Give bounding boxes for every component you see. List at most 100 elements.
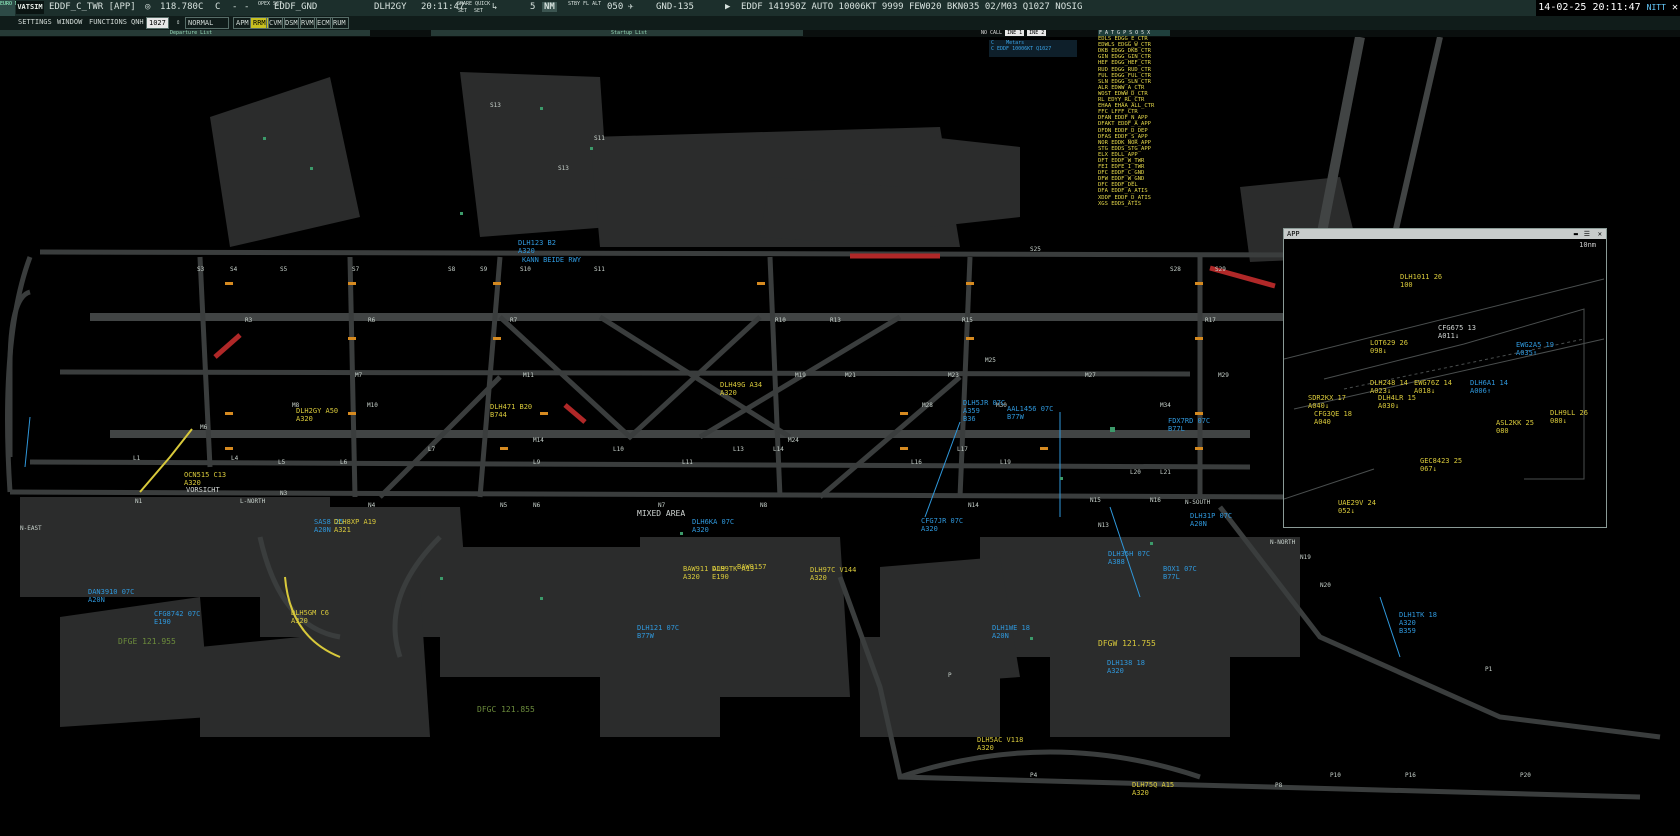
controller-list-items: EDLS EDGG_E_CTR EDWLS EDGG_W_CTR DKB EDGG_… [1098,36,1170,207]
radar-icon[interactable]: ◎ [145,2,150,12]
controller-list-item[interactable]: XGS EDDS_ATIS [1098,201,1170,207]
svg-text:L6: L6 [340,459,348,466]
svg-text:N16: N16 [1150,497,1161,504]
toggle-rum[interactable]: RUM [330,17,349,29]
traffic-label[interactable]: DLH35H 07C A388 [1108,550,1150,566]
traffic-label[interactable]: CFG8742 07C E190 [154,610,200,626]
approach-target-label[interactable]: CFG3QE 18 A040 [1314,410,1352,426]
controller-list[interactable]: F A T G P S O 5 X EDLS EDGG_E_CTR EDWLS E… [1098,30,1170,207]
svg-text:N5: N5 [500,502,508,509]
approach-target-label[interactable]: DLH1011 26 100 [1400,273,1442,289]
approach-target-label[interactable]: DLH6A1 14 A006↑ [1470,379,1508,395]
svg-text:L20: L20 [1130,469,1141,476]
approach-target-label[interactable]: DLH248 14 A023↓ [1370,379,1408,395]
traffic-label[interactable]: FDX7RD 07C B77L [1168,417,1210,433]
svg-text:S28: S28 [1170,266,1181,273]
svg-text:R7: R7 [510,317,518,324]
approach-target-label[interactable]: EWG2A5 19 A035↑ [1516,341,1554,357]
traffic-label[interactable]: DLH1WE 18 A20N [992,624,1030,640]
set-button-2[interactable]: SET [474,8,483,14]
nm-unit-button[interactable]: NM [542,2,557,12]
toggle-apm[interactable]: APM [233,17,252,29]
traffic-label[interactable]: DLH8XP A19 A321 [334,518,376,534]
approach-target-label[interactable]: GEC8423 25 067↓ [1420,457,1462,473]
metar-window[interactable]: NO CALL INE 1 INE 2 C Metars C EDDF 1000… [981,30,1077,60]
close-icon[interactable]: ✕ [1598,229,1602,239]
user-initials[interactable]: NITT [1647,3,1666,12]
globe-icon[interactable]: ✈ [628,2,633,12]
svg-text:L21: L21 [1160,469,1171,476]
qnh-input[interactable]: 1027 [146,17,169,29]
svg-text:N20: N20 [1320,582,1331,589]
vatsim-logo: VATSIM [16,1,44,14]
svg-text:R6: R6 [368,317,376,324]
traffic-label[interactable]: DLH2GY A50 A320 [296,407,338,423]
metar-entry[interactable]: C EDDF 10006KT Q1027 [991,46,1051,52]
traffic-label[interactable]: DLH97C V144 A320 [810,566,856,582]
traffic-label[interactable]: DLH471 B20 B744 [490,403,532,419]
qnh-stepper-icon[interactable]: ⇕ [176,18,180,26]
departure-list-title: Departure List [170,30,213,36]
svg-text:N8: N8 [760,502,768,509]
departure-list-titlebar[interactable]: Departure List [0,30,370,36]
traffic-label[interactable]: DLH31P 07C A20N [1190,512,1232,528]
svg-text:P4: P4 [1030,772,1038,779]
transition-altitude[interactable]: 050 [607,2,623,12]
metar-tab-1[interactable]: INE 1 [1005,30,1025,36]
approach-target-label[interactable]: EWG76Z 14 A018↓ [1414,379,1452,395]
window-menu[interactable]: WINDOW [57,18,82,26]
gnd-frequency[interactable]: GND-135 [656,2,694,12]
traffic-label[interactable]: DLH1TK 18 A320 B359 [1399,611,1437,635]
approach-target-label[interactable]: SDR2KX 17 A040↓ [1308,394,1346,410]
svg-text:S29: S29 [1215,266,1226,273]
svg-text:N7: N7 [658,502,666,509]
traffic-label[interactable]: DLH6KA 07C A320 [692,518,734,534]
startup-list-titlebar[interactable]: Startup List [431,30,803,36]
traffic-label[interactable]: DLH75Q A15 A320 [1132,781,1174,797]
arrow-icon[interactable]: ↳ [492,2,497,12]
traffic-label[interactable]: DLH123 B2 A320 [518,239,556,255]
close-icon[interactable]: ✕ [1672,2,1678,13]
traffic-label[interactable]: DLH49G A34 A320 [720,381,762,397]
approach-target-label[interactable]: LOT629 26 098↓ [1370,339,1408,355]
traffic-label[interactable]: DLH138 18 A320 [1107,659,1145,675]
list-icon[interactable]: ☰ [1584,229,1590,239]
metar-tab-2[interactable]: INE 2 [1027,30,1047,36]
mode-select[interactable]: NORMAL [185,17,229,29]
traffic-label[interactable]: BAW9157 [737,563,767,571]
approach-target-label[interactable]: ASL2KK 25 080 [1496,419,1534,435]
svg-text:R17: R17 [1205,317,1216,324]
minimize-icon[interactable]: ▬ [1574,229,1578,239]
traffic-label[interactable]: CFG7JR 07C A320 [921,517,963,533]
svg-text:S25: S25 [1030,246,1041,253]
svg-text:L1: L1 [133,455,141,462]
approach-radar-window[interactable]: APP ▬ ☰ ✕ 10nm DLH1011 26 100 CFG675 13 A… [1283,228,1607,528]
svg-text:M14: M14 [533,437,544,444]
approach-target-label[interactable]: CFG675 13 A011↓ [1438,324,1476,340]
approach-target-label[interactable]: UAE29V 24 052↓ [1338,499,1376,515]
settings-menu[interactable]: SETTINGS [18,18,52,26]
functions-menu[interactable]: FUNCTIONS [89,18,127,26]
callsign-display[interactable]: EDDF_C_TWR [APP] [49,2,136,12]
svg-text:R15: R15 [962,317,973,324]
euroscope-menu-button[interactable]: EURO MENU [0,0,27,16]
approach-target-label[interactable]: DLH4LR 15 A030↓ [1378,394,1416,410]
traffic-label[interactable]: AAL1456 07C B77W [1007,405,1053,421]
sector-display[interactable]: EDDF_GND [274,2,317,12]
approach-target-label[interactable]: DLH9LL 26 080↓ [1550,409,1588,425]
traffic-label[interactable]: DAN3910 07C A20N [88,588,134,604]
traffic-label[interactable]: DLH5AC V118 A320 [977,736,1023,752]
frequency-display[interactable]: 118.780 [160,2,198,12]
svg-text:S10: S10 [520,266,531,273]
svg-text:M29: M29 [1218,372,1229,379]
c-indicator-2: C [215,2,221,12]
selected-aircraft[interactable]: DLH2GY [374,2,407,12]
app-window-titlebar[interactable]: APP ▬ ☰ ✕ [1284,229,1606,239]
traffic-label[interactable]: DLH5JR 07C A359 B36 [963,399,1005,423]
traffic-label[interactable]: DLH121 07C B77W [637,624,679,640]
traffic-label[interactable]: OCN515 C13 A320 [184,471,226,487]
svg-text:S9: S9 [480,266,488,273]
set-button-1[interactable]: SET [458,8,467,14]
traffic-label[interactable]: DLH5GM C6 A320 [291,609,329,625]
traffic-label[interactable]: BOX1 07C B77L [1163,565,1197,581]
